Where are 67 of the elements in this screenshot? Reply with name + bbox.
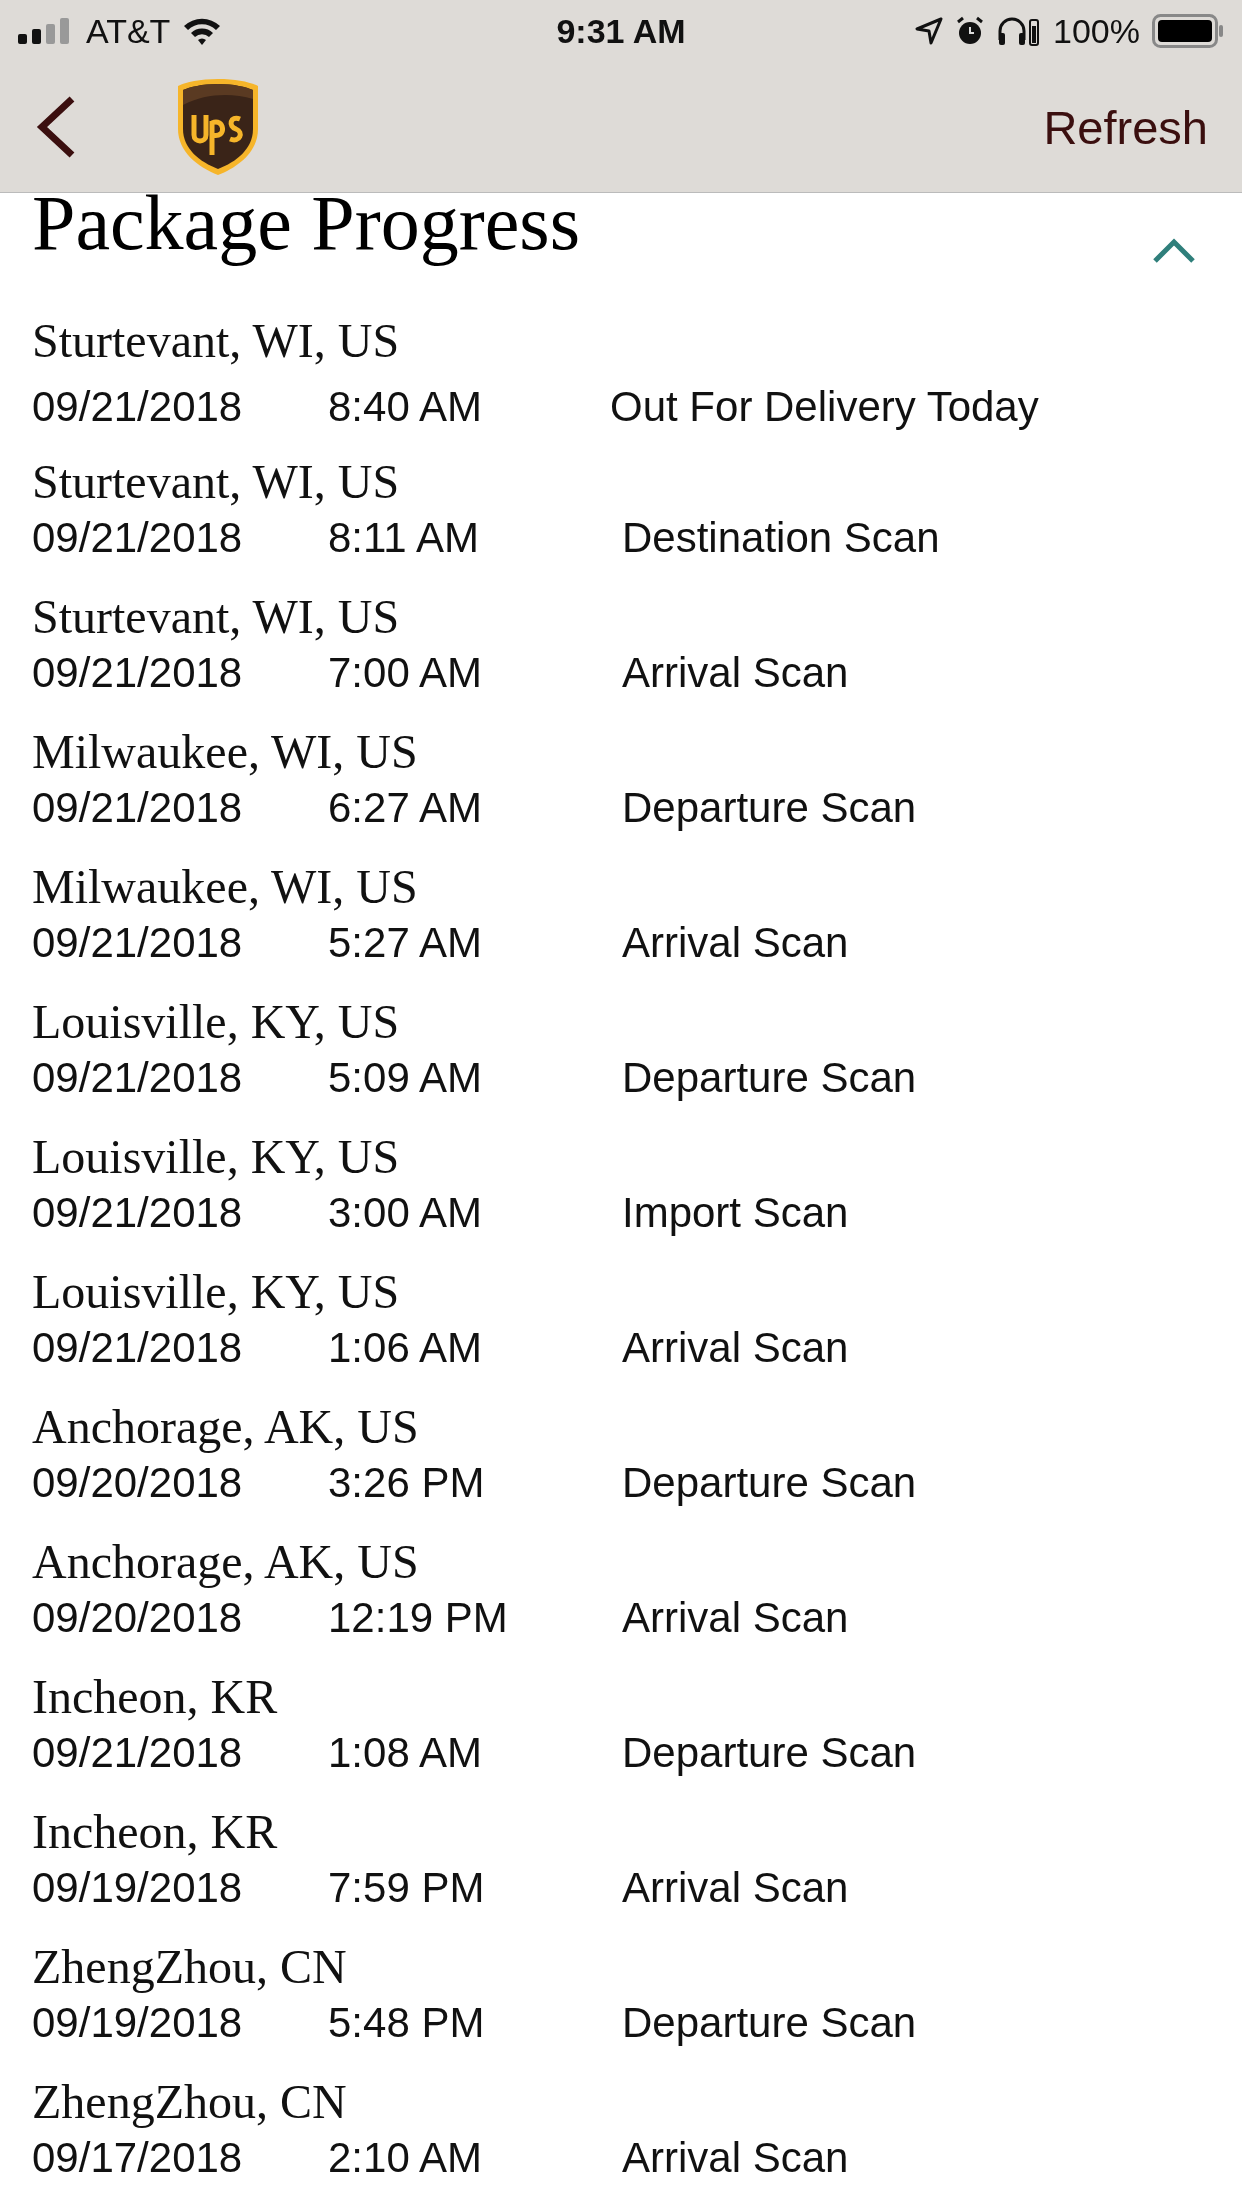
event-status: Arrival Scan: [622, 2133, 849, 2183]
event-status: Departure Scan: [622, 1053, 917, 1103]
event-location: Anchorage, AK, US: [32, 1534, 420, 1590]
event-date: 09/17/2018: [32, 2133, 244, 2183]
alarm-icon: [955, 16, 986, 46]
event-time: 12:19 PM: [328, 1593, 509, 1643]
event-time: 6:27 AM: [328, 783, 484, 833]
event-status: Departure Scan: [622, 1458, 917, 1508]
event-location: ZhengZhou, CN: [32, 1939, 348, 1995]
event-time: 8:40 AM: [328, 382, 484, 432]
event-date: 09/20/2018: [32, 1593, 244, 1643]
event-time: 5:27 AM: [328, 918, 484, 968]
event-location: Incheon, KR: [32, 1669, 279, 1725]
battery-icon: [1152, 14, 1224, 48]
event-time: 5:48 PM: [328, 1998, 486, 2048]
event-location: Louisville, KY, US: [32, 1129, 401, 1185]
clock: 9:31 AM: [556, 11, 686, 51]
event-location: Louisville, KY, US: [32, 1264, 401, 1320]
battery-percent: 100%: [1053, 11, 1140, 51]
event-status: Arrival Scan: [622, 918, 849, 968]
event-time: 2:10 AM: [328, 2133, 484, 2183]
event-date: 09/21/2018: [32, 648, 244, 698]
location-icon: [915, 17, 944, 45]
event-location: ZhengZhou, CN: [32, 2074, 348, 2130]
event-time: 3:00 AM: [328, 1188, 484, 1238]
event-time: 7:59 PM: [328, 1863, 486, 1913]
headphones-icon: [997, 16, 1042, 46]
event-status: Departure Scan: [622, 783, 917, 833]
event-time: 1:08 AM: [328, 1728, 484, 1778]
event-time: 7:00 AM: [328, 648, 484, 698]
event-location: Anchorage, AK, US: [32, 1399, 420, 1455]
carrier-name: AT&T: [86, 11, 171, 51]
event-location: Sturtevant, WI, US: [32, 454, 401, 510]
event-date: 09/19/2018: [32, 1998, 244, 2048]
event-location: Louisville, KY, US: [32, 994, 401, 1050]
event-date: 09/21/2018: [32, 1323, 244, 1373]
event-date: 09/21/2018: [32, 918, 244, 968]
event-date: 09/21/2018: [32, 513, 244, 563]
collapse-icon[interactable]: [1152, 238, 1196, 264]
event-date: 09/21/2018: [32, 1188, 244, 1238]
event-time: 1:06 AM: [328, 1323, 484, 1373]
event-date: 09/21/2018: [32, 1728, 244, 1778]
refresh-button[interactable]: Refresh: [1043, 99, 1208, 155]
event-status: Import Scan: [622, 1188, 849, 1238]
event-status: Departure Scan: [622, 1728, 917, 1778]
event-status: Destination Scan: [622, 513, 940, 563]
shield-logo-icon: [176, 77, 260, 177]
event-date: 09/20/2018: [32, 1458, 244, 1508]
event-location: Milwaukee, WI, US: [32, 724, 419, 780]
event-location: Milwaukee, WI, US: [32, 859, 419, 915]
event-location: Sturtevant, WI, US: [32, 589, 401, 645]
event-status: Departure Scan: [622, 1998, 917, 2048]
event-date: 09/19/2018: [32, 1863, 244, 1913]
event-status: Arrival Scan: [622, 1593, 849, 1643]
event-time: 3:26 PM: [328, 1458, 486, 1508]
event-date: 09/21/2018: [32, 783, 244, 833]
event-status: Arrival Scan: [622, 1863, 849, 1913]
event-date: 09/21/2018: [32, 382, 244, 432]
wifi-icon: [182, 16, 223, 46]
event-status: Arrival Scan: [622, 1323, 849, 1373]
event-location: Incheon, KR: [32, 1804, 279, 1860]
event-date: 09/21/2018: [32, 1053, 244, 1103]
event-time: 5:09 AM: [328, 1053, 484, 1103]
event-status: Arrival Scan: [622, 648, 849, 698]
event-time: 8:11 AM: [328, 513, 480, 563]
event-location: Sturtevant, WI, US: [32, 313, 401, 369]
event-status: Out For Delivery Today: [610, 382, 1039, 432]
